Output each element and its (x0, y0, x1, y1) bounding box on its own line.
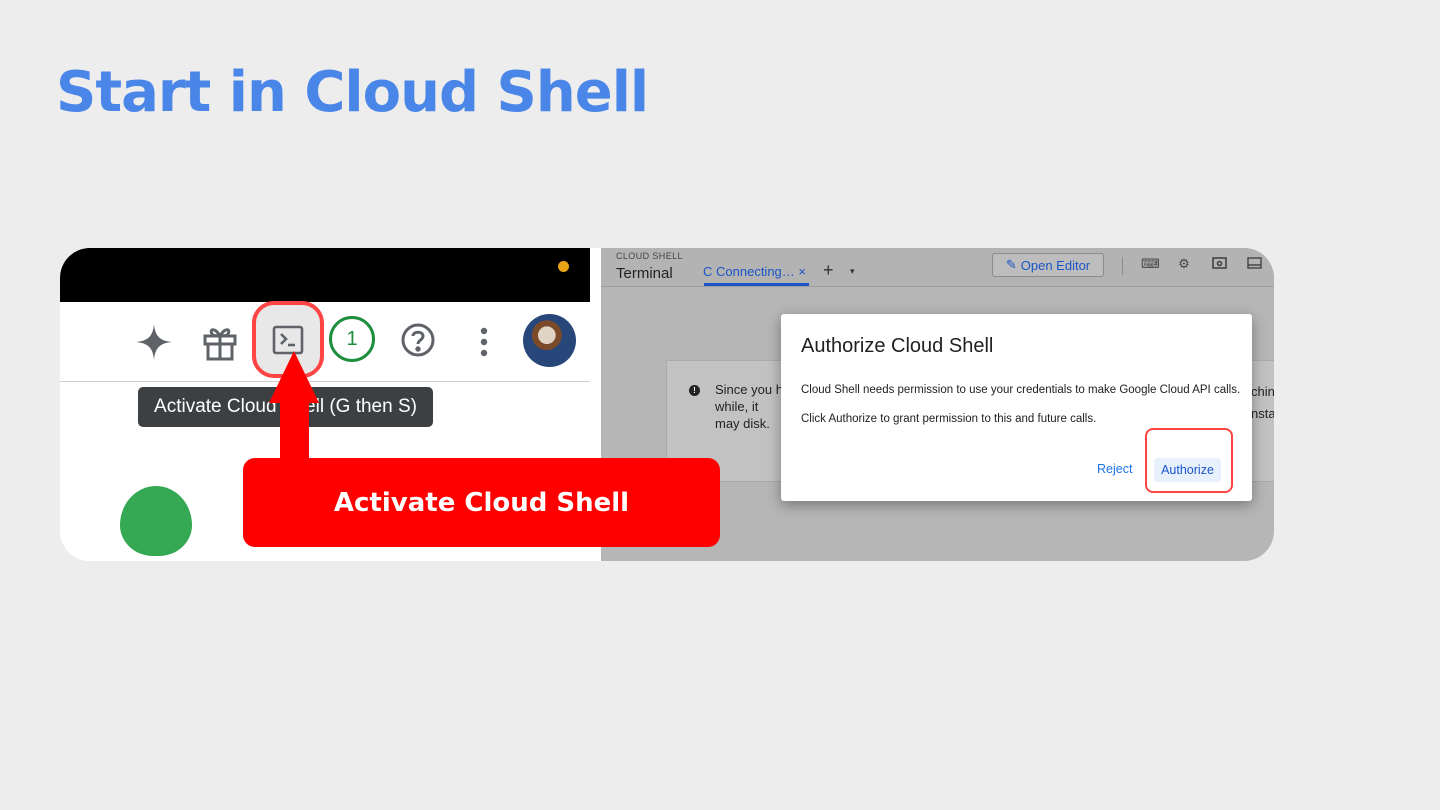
help-icon[interactable] (398, 320, 438, 360)
header-divider (1122, 257, 1123, 275)
gemini-sparkle-icon[interactable] (132, 320, 176, 364)
settings-gear-icon[interactable]: ⚙ (1176, 257, 1192, 271)
terminal-title: Terminal (616, 265, 673, 282)
toolbar-divider (60, 381, 590, 382)
active-tab-indicator (704, 283, 809, 286)
close-tab-icon[interactable]: × (798, 264, 806, 279)
more-vert-icon[interactable] (470, 320, 498, 364)
web-preview-icon[interactable] (1211, 257, 1227, 271)
callout-label: Activate Cloud Shell (243, 458, 720, 547)
authorize-button[interactable]: Authorize (1154, 458, 1221, 482)
info-icon: ! (689, 385, 700, 396)
dialog-body-line2: Click Authorize to grant permission to t… (801, 413, 1097, 425)
info-text: Since you h while, it may disk. (715, 382, 783, 431)
green-shape (120, 486, 192, 556)
tab-menu-button[interactable]: ▾ (850, 266, 855, 277)
reject-button[interactable]: Reject (1097, 462, 1132, 476)
open-editor-button[interactable]: ✎ Open Editor (992, 253, 1104, 277)
screenshot-panel: 1 Activate Cloud Shell (G then S) CLOUD … (60, 248, 1274, 561)
tab-connecting[interactable]: C Connecting… × (703, 264, 806, 279)
status-dot (558, 261, 569, 272)
info-text-right: chin nstar (1251, 384, 1274, 421)
keyboard-icon[interactable]: ⌨ (1141, 257, 1160, 271)
add-tab-button[interactable]: + (823, 260, 834, 281)
slide-title: Start in Cloud Shell (56, 60, 649, 125)
gift-icon[interactable] (198, 320, 242, 364)
loading-spinner-icon: C (703, 264, 713, 279)
notifications-badge[interactable]: 1 (329, 316, 375, 362)
pencil-icon: ✎ (1005, 257, 1017, 272)
open-editor-label: Open Editor (1020, 257, 1091, 273)
authorize-dialog: Authorize Cloud Shell Cloud Shell needs … (781, 314, 1252, 501)
minimize-panel-icon[interactable] (1246, 257, 1262, 271)
dialog-title: Authorize Cloud Shell (801, 335, 994, 357)
top-bar (60, 248, 590, 302)
callout-arrow-head (269, 351, 319, 403)
dialog-body-line1: Cloud Shell needs permission to use your… (801, 384, 1241, 396)
cloud-shell-header: CLOUD SHELL Terminal C Connecting… × + ▾… (601, 248, 1274, 287)
cloud-shell-label: CLOUD SHELL (616, 251, 683, 261)
callout-arrow-shaft (280, 401, 309, 461)
tab-label: Connecting… (716, 264, 795, 279)
avatar[interactable] (523, 314, 576, 367)
